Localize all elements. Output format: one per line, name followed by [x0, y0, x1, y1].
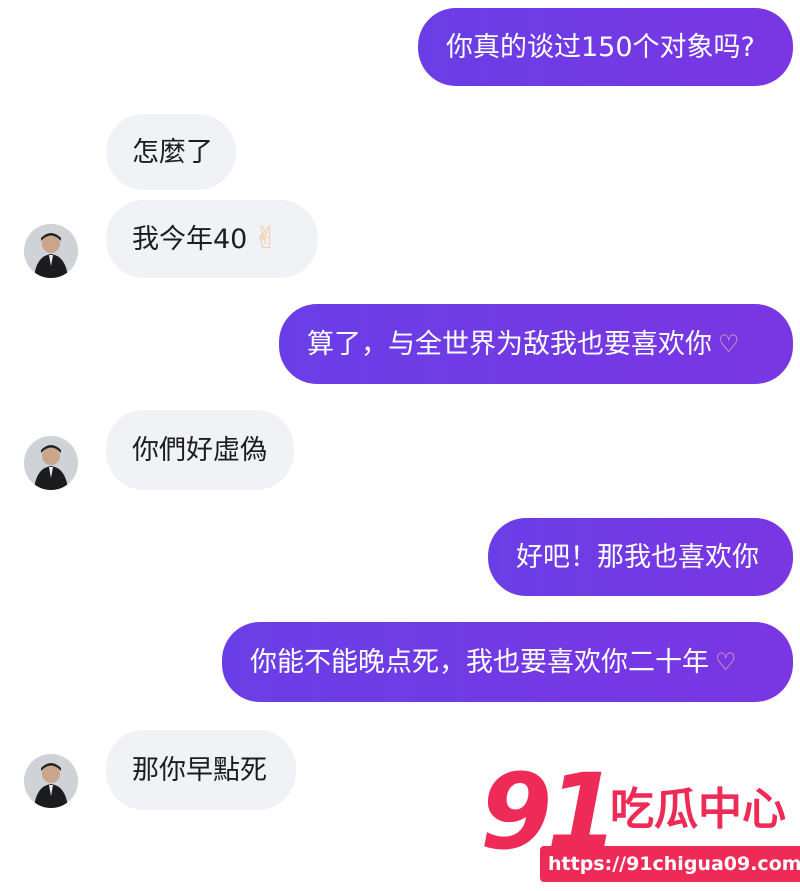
watermark-title: 吃瓜中心 — [610, 784, 786, 835]
message-text: 你能不能晚点死，我也要喜欢你二十年 — [250, 646, 709, 678]
avatar-image — [24, 224, 78, 278]
heart-hands-emoji-icon: ♡ — [715, 648, 737, 676]
avatar-image — [24, 436, 78, 490]
outgoing-message-bubble[interactable]: 好吧！那我也喜欢你 — [488, 518, 793, 596]
message-text: 我今年40 — [132, 223, 248, 255]
incoming-message-bubble[interactable]: 那你早點死 — [106, 730, 296, 810]
message-text: 怎麼了 — [132, 136, 213, 168]
outgoing-message-bubble[interactable]: 你真的谈过150个对象吗? — [418, 8, 793, 86]
outgoing-message-bubble[interactable]: 算了，与全世界为敌我也要喜欢你 ♡ — [279, 304, 793, 384]
incoming-message-bubble[interactable]: 我今年40 ✌ — [106, 200, 318, 278]
avatar-image — [24, 754, 78, 808]
watermark-url: https://91chigua09.com — [540, 846, 800, 882]
contact-avatar[interactable] — [24, 754, 78, 808]
contact-avatar[interactable] — [24, 224, 78, 278]
message-text: 你們好虛偽 — [132, 434, 267, 466]
message-text: 算了，与全世界为敌我也要喜欢你 — [307, 328, 712, 360]
incoming-message-bubble[interactable]: 怎麼了 — [106, 114, 236, 190]
outgoing-message-bubble[interactable]: 你能不能晚点死，我也要喜欢你二十年 ♡ — [222, 622, 793, 702]
message-text: 那你早點死 — [132, 754, 267, 786]
incoming-message-bubble[interactable]: 你們好虛偽 — [106, 410, 294, 490]
victory-hand-emoji-icon: ✌ — [253, 221, 279, 256]
contact-avatar[interactable] — [24, 436, 78, 490]
site-watermark: 91 吃瓜中心 https://91chigua09.com — [480, 760, 800, 891]
message-text: 你真的谈过150个对象吗? — [446, 31, 755, 63]
message-text: 好吧！那我也喜欢你 — [516, 541, 759, 573]
heart-hands-emoji-icon: ♡ — [718, 330, 740, 358]
